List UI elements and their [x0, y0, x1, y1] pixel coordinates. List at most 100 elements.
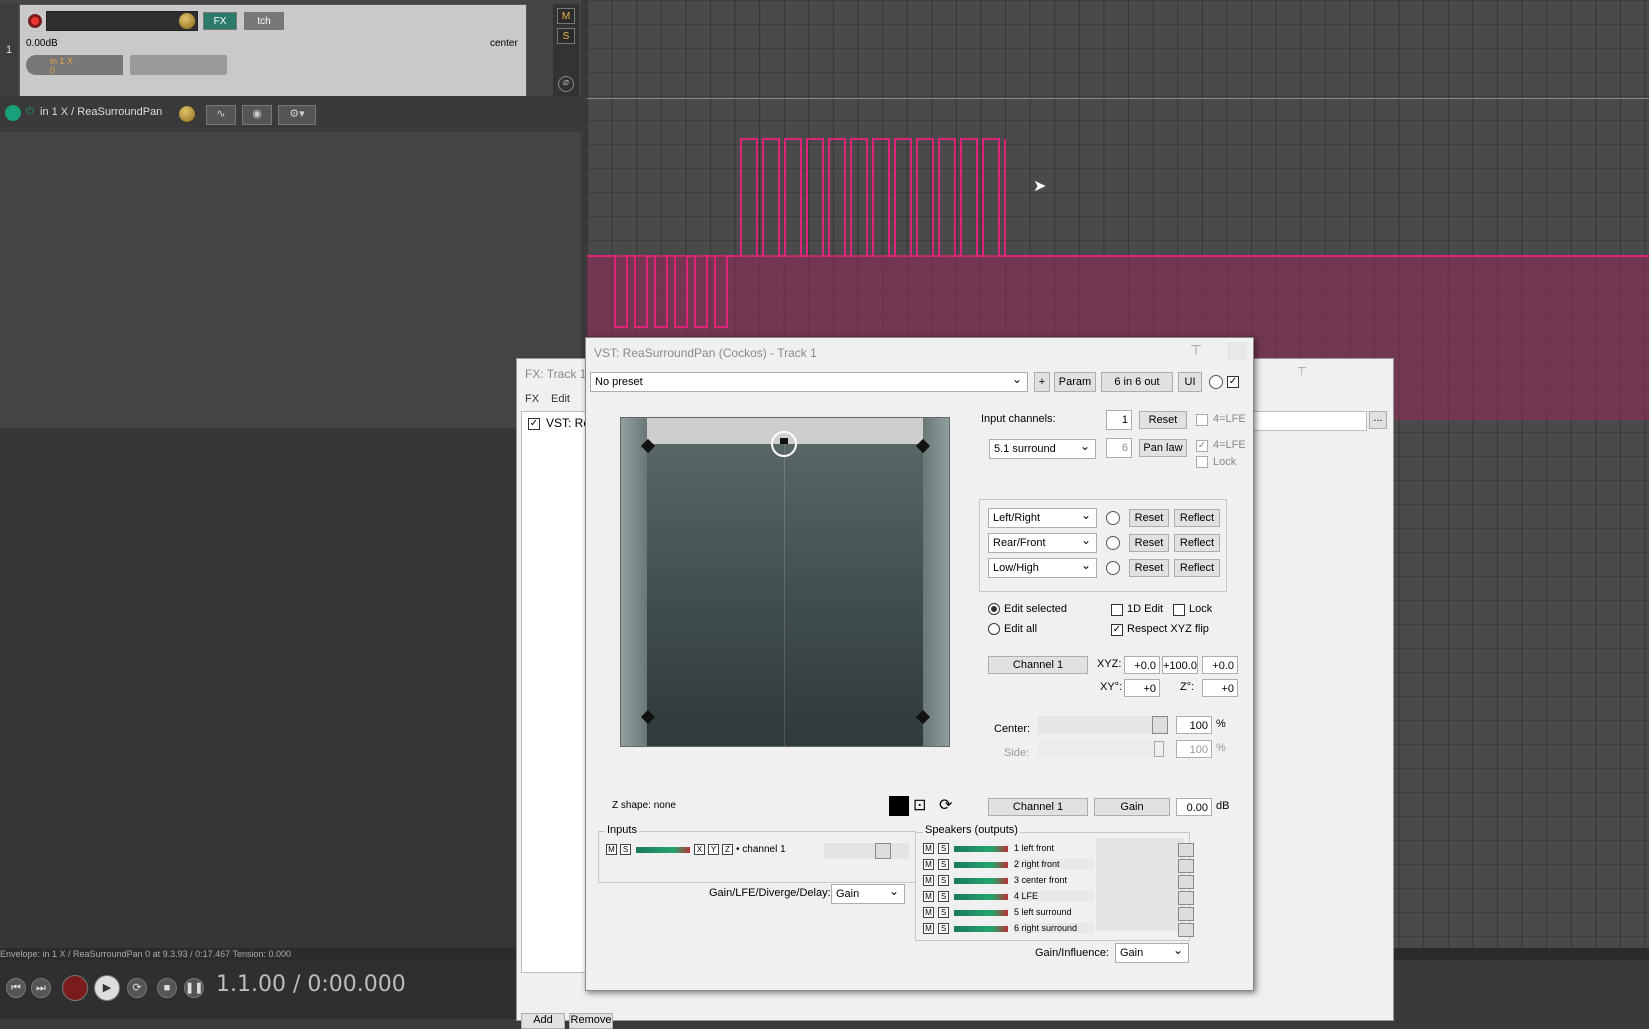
envelope-active-icon[interactable]: [5, 105, 21, 121]
bypass-checkbox[interactable]: ✓: [1227, 376, 1239, 388]
input-mute-button[interactable]: M: [606, 844, 617, 855]
fx-button[interactable]: FX: [203, 12, 237, 30]
side-slider[interactable]: [1038, 740, 1168, 758]
channel-select-button[interactable]: Channel 1: [988, 656, 1088, 674]
gain-field[interactable]: 0.00: [1176, 798, 1212, 816]
gain-lfe-select[interactable]: Gain: [831, 882, 905, 904]
side-field[interactable]: 100: [1176, 740, 1212, 758]
mute-button[interactable]: M: [557, 8, 575, 24]
z-deg-field[interactable]: +0: [1202, 679, 1238, 697]
z-field[interactable]: +0.0: [1202, 656, 1238, 674]
x-field[interactable]: +0.0: [1124, 656, 1160, 674]
fx-enable-checkbox[interactable]: ✓: [528, 418, 540, 430]
stop-icon[interactable]: ■: [157, 978, 177, 998]
lock-checkbox[interactable]: [1173, 604, 1185, 616]
input-gain-slider[interactable]: [824, 843, 909, 859]
go-to-start-icon[interactable]: ⏮: [6, 978, 26, 998]
xy-deg-field[interactable]: +0: [1124, 679, 1160, 697]
remove-button[interactable]: Remove: [569, 1013, 613, 1029]
center-slider-handle[interactable]: [1152, 716, 1168, 734]
channel-1-source[interactable]: [771, 431, 797, 457]
menu-fx[interactable]: FX: [525, 393, 539, 405]
axis-knob-1[interactable]: [1106, 536, 1120, 550]
center-field[interactable]: 100: [1176, 716, 1212, 734]
edit-all-radio[interactable]: [988, 623, 1000, 635]
gain-button[interactable]: Gain: [1094, 798, 1170, 816]
volume-slider[interactable]: [46, 11, 198, 31]
envelope-button[interactable]: tch: [244, 12, 284, 30]
axis-reset-button-0[interactable]: Reset: [1129, 509, 1169, 527]
io-button[interactable]: 6 in 6 out: [1101, 372, 1173, 392]
respect-flip-checkbox[interactable]: ✓: [1111, 624, 1123, 636]
pan-law-button[interactable]: Pan law: [1139, 439, 1187, 457]
speaker-gain-handle[interactable]: [1178, 859, 1194, 873]
axis-select-2[interactable]: Low/High: [988, 556, 1097, 578]
pin-icon[interactable]: ⊤: [1297, 365, 1307, 378]
center-slider[interactable]: [1038, 716, 1168, 734]
x-flip-button[interactable]: X: [694, 844, 705, 855]
lock-layout-checkbox[interactable]: [1196, 456, 1208, 468]
speaker-gain-handle[interactable]: [1178, 875, 1194, 889]
speaker-gain-handle[interactable]: [1178, 923, 1194, 937]
y-field[interactable]: +100.0: [1162, 656, 1198, 674]
edit-1d-checkbox[interactable]: [1111, 604, 1123, 616]
param-button[interactable]: Param: [1054, 372, 1096, 392]
speaker-mute-button[interactable]: M: [923, 923, 934, 934]
record-icon[interactable]: [62, 975, 88, 1001]
speaker-mute-button[interactable]: M: [923, 875, 934, 886]
input-gain-handle[interactable]: [875, 843, 891, 859]
axis-reflect-button-0[interactable]: Reflect: [1174, 509, 1220, 527]
close-icon[interactable]: [1227, 342, 1247, 360]
fx-chain-more-button[interactable]: ...: [1369, 411, 1387, 429]
speaker-gain-handle[interactable]: [1178, 907, 1194, 921]
phase-icon[interactable]: ⌀: [558, 76, 574, 92]
axis-reflect-button-1[interactable]: Reflect: [1174, 534, 1220, 552]
gain-influence-select[interactable]: Gain: [1115, 941, 1189, 963]
speaker-solo-button[interactable]: S: [938, 891, 949, 902]
output-lfe-checkbox[interactable]: ✓: [1196, 440, 1208, 452]
speaker-solo-button[interactable]: S: [938, 859, 949, 870]
menu-edit[interactable]: Edit: [551, 393, 570, 405]
color-swatch[interactable]: [889, 796, 909, 816]
y-flip-button[interactable]: Y: [708, 844, 719, 855]
channel-select-button-2[interactable]: Channel 1: [988, 798, 1088, 816]
z-flip-button[interactable]: Z: [722, 844, 733, 855]
add-preset-button[interactable]: +: [1034, 372, 1050, 392]
repeat-icon[interactable]: ⟳: [127, 978, 147, 998]
axis-select-1[interactable]: Rear/Front: [988, 531, 1097, 553]
play-icon[interactable]: ▶: [94, 975, 120, 1001]
input-lfe-checkbox[interactable]: [1196, 414, 1208, 426]
speaker-mute-button[interactable]: M: [923, 843, 934, 854]
speaker-solo-button[interactable]: S: [938, 843, 949, 854]
axis-reset-button-2[interactable]: Reset: [1129, 559, 1169, 577]
output-channels-field[interactable]: 6: [1106, 438, 1132, 458]
power-icon[interactable]: ⏻: [26, 106, 34, 117]
envelope-settings-icon[interactable]: ⚙▾: [278, 105, 316, 125]
speaker-solo-button[interactable]: S: [938, 875, 949, 886]
axis-reset-button-1[interactable]: Reset: [1129, 534, 1169, 552]
axis-reflect-button-2[interactable]: Reflect: [1174, 559, 1220, 577]
speaker-mute-button[interactable]: M: [923, 891, 934, 902]
layout-select[interactable]: 5.1 surround: [989, 437, 1096, 459]
fx-list-item[interactable]: VST: Re: [546, 416, 590, 430]
speaker-mute-button[interactable]: M: [923, 907, 934, 918]
pause-icon[interactable]: ❚❚: [184, 978, 204, 998]
axis-knob-0[interactable]: [1106, 511, 1120, 525]
envelope-knob[interactable]: [178, 105, 196, 123]
envelope-shape-icon[interactable]: ∿: [206, 105, 236, 125]
track-1-header[interactable]: FX tch 0.00dB center in 1 X 0: [19, 4, 527, 98]
input-solo-button[interactable]: S: [620, 844, 631, 855]
speaker-solo-button[interactable]: S: [938, 907, 949, 918]
rotate-cube-icon[interactable]: ⟳: [939, 795, 961, 817]
input-select[interactable]: in 1 X 0: [26, 55, 123, 75]
edit-selected-radio[interactable]: [988, 603, 1000, 615]
surround-pan-view[interactable]: [620, 417, 950, 747]
axis-knob-2[interactable]: [1106, 561, 1120, 575]
ui-button[interactable]: UI: [1178, 372, 1202, 392]
solo-button[interactable]: S: [557, 28, 575, 44]
record-arm-button[interactable]: [26, 12, 44, 30]
wet-knob[interactable]: [1209, 375, 1223, 389]
snapshot-icon[interactable]: ⊡: [913, 795, 933, 817]
add-button[interactable]: Add: [521, 1013, 565, 1029]
preset-select[interactable]: No preset: [590, 370, 1028, 392]
